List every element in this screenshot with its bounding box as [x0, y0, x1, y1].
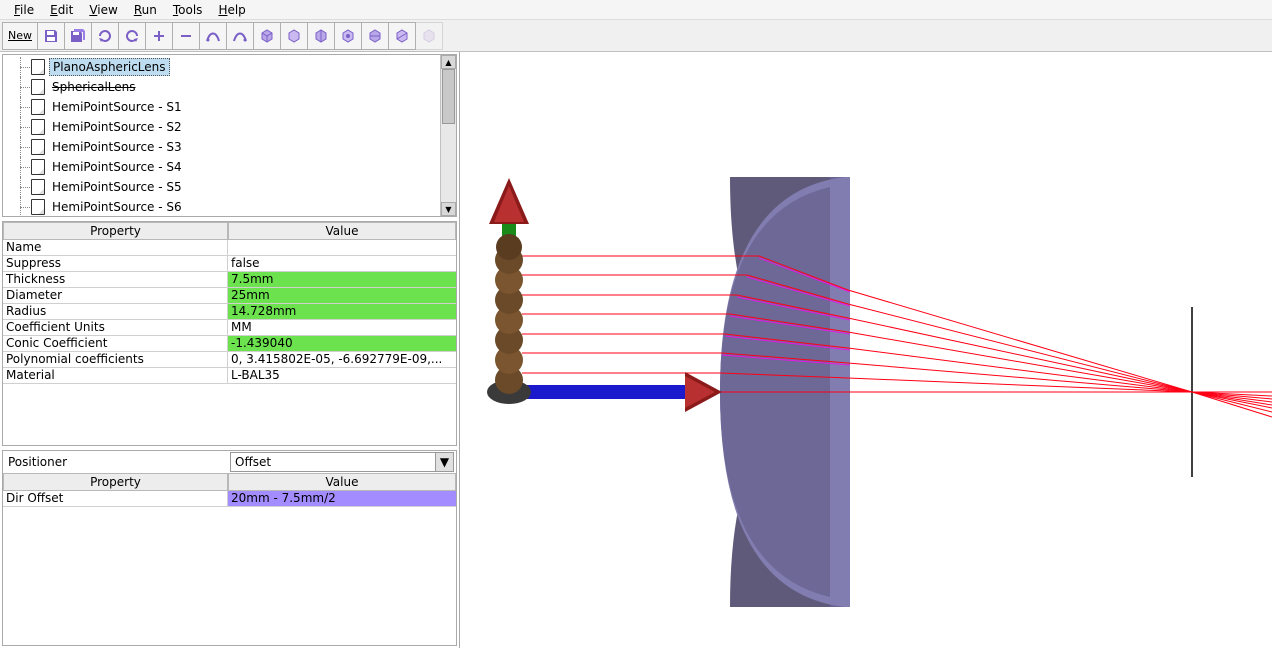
refresh-cw-button[interactable]	[118, 22, 146, 50]
file-icon	[31, 179, 45, 195]
properties-header-value[interactable]: Value	[228, 222, 456, 240]
property-row[interactable]: Radius14.728mm	[3, 304, 456, 320]
property-row[interactable]: Conic Coefficient-1.439040	[3, 336, 456, 352]
property-row[interactable]: Name	[3, 240, 456, 256]
positioner-panel: Positioner Offset ▼ Property Value Dir O…	[2, 450, 457, 646]
tree-item[interactable]: HemiPointSource - S2	[3, 117, 456, 137]
property-name: Radius	[3, 304, 228, 319]
properties-header-property[interactable]: Property	[3, 222, 228, 240]
toolbar: New	[0, 20, 1272, 52]
tree-scrollbar[interactable]: ▲ ▼	[440, 55, 456, 216]
tree-item[interactable]: HemiPointSource - S5	[3, 177, 456, 197]
curve1-button[interactable]	[199, 22, 227, 50]
property-name: Suppress	[3, 256, 228, 271]
positioner-header-property[interactable]: Property	[3, 473, 228, 491]
cube7-button	[415, 22, 443, 50]
property-name: Conic Coefficient	[3, 336, 228, 351]
tree-item-label: PlanoAsphericLens	[49, 58, 170, 76]
3d-viewport[interactable]	[460, 52, 1272, 648]
property-row[interactable]: Thickness7.5mm	[3, 272, 456, 288]
scroll-down-icon[interactable]: ▼	[441, 202, 456, 216]
menu-edit[interactable]: Edit	[42, 1, 81, 19]
menu-bar: File Edit View Run Tools Help	[0, 0, 1272, 20]
tree-item-label: HemiPointSource - S5	[49, 179, 185, 195]
file-icon	[31, 59, 45, 75]
property-value[interactable]	[228, 240, 456, 255]
file-icon	[31, 139, 45, 155]
positioner-prop-name: Dir Offset	[3, 491, 228, 506]
tree-item[interactable]: HemiPointSource - S4	[3, 157, 456, 177]
property-name: Material	[3, 368, 228, 383]
file-icon	[31, 119, 45, 135]
property-value[interactable]: 25mm	[228, 288, 456, 303]
tree-item-label: HemiPointSource - S2	[49, 119, 185, 135]
file-icon	[31, 99, 45, 115]
tree-item-label: HemiPointSource - S3	[49, 139, 185, 155]
tree-item-label: HemiPointSource - S4	[49, 159, 185, 175]
property-name: Thickness	[3, 272, 228, 287]
file-icon	[31, 159, 45, 175]
new-button[interactable]: New	[2, 22, 38, 50]
cube5-button[interactable]	[361, 22, 389, 50]
property-row[interactable]: Diameter25mm	[3, 288, 456, 304]
property-row[interactable]: Suppressfalse	[3, 256, 456, 272]
cube4-button[interactable]	[334, 22, 362, 50]
property-row[interactable]: Coefficient UnitsMM	[3, 320, 456, 336]
refresh-ccw-button[interactable]	[91, 22, 119, 50]
save-button[interactable]	[37, 22, 65, 50]
file-icon	[31, 199, 45, 215]
property-value[interactable]: L-BAL35	[228, 368, 456, 383]
cube1-button[interactable]	[253, 22, 281, 50]
positioner-label: Positioner	[5, 455, 230, 469]
tree-item[interactable]: PlanoAsphericLens	[3, 57, 456, 77]
property-value[interactable]: 7.5mm	[228, 272, 456, 287]
property-row[interactable]: Polynomial coefficients0, 3.415802E-05, …	[3, 352, 456, 368]
tree-item[interactable]: HemiPointSource - S6	[3, 197, 456, 217]
property-name: Polynomial coefficients	[3, 352, 228, 367]
cube6-button[interactable]	[388, 22, 416, 50]
tree-item[interactable]: SphericalLens	[3, 77, 456, 97]
property-name: Name	[3, 240, 228, 255]
chevron-down-icon[interactable]: ▼	[435, 453, 453, 471]
tree-item[interactable]: HemiPointSource - S1	[3, 97, 456, 117]
scroll-up-icon[interactable]: ▲	[441, 55, 456, 69]
property-value[interactable]: 14.728mm	[228, 304, 456, 319]
menu-view[interactable]: View	[81, 1, 125, 19]
property-value[interactable]: -1.439040	[228, 336, 456, 351]
positioner-prop-value[interactable]: 20mm - 7.5mm/2	[228, 491, 456, 506]
scroll-thumb[interactable]	[442, 69, 455, 124]
tree-item-label: HemiPointSource - S1	[49, 99, 185, 115]
plus-button[interactable]	[145, 22, 173, 50]
property-value[interactable]: 0, 3.415802E-05, -6.692779E-09,...	[228, 352, 456, 367]
menu-file[interactable]: File	[6, 1, 42, 19]
menu-help[interactable]: Help	[210, 1, 253, 19]
property-name: Coefficient Units	[3, 320, 228, 335]
menu-run[interactable]: Run	[126, 1, 165, 19]
property-name: Diameter	[3, 288, 228, 303]
property-value[interactable]: false	[228, 256, 456, 271]
left-pane: PlanoAsphericLens SphericalLens HemiPointS…	[0, 52, 460, 648]
properties-panel: Property Value NameSuppressfalseThicknes…	[2, 221, 457, 446]
property-value[interactable]: MM	[228, 320, 456, 335]
cube2-button[interactable]	[280, 22, 308, 50]
positioner-header-value[interactable]: Value	[228, 473, 456, 491]
file-icon	[31, 79, 45, 95]
save-all-button[interactable]	[64, 22, 92, 50]
tree-item-label: HemiPointSource - S6	[49, 199, 185, 215]
property-row[interactable]: MaterialL-BAL35	[3, 368, 456, 384]
curve2-button[interactable]	[226, 22, 254, 50]
positioner-select[interactable]: Offset ▼	[230, 452, 454, 472]
minus-button[interactable]	[172, 22, 200, 50]
positioner-row[interactable]: Dir Offset20mm - 7.5mm/2	[3, 491, 456, 507]
cube3-button[interactable]	[307, 22, 335, 50]
tree-item[interactable]: HemiPointSource - S3	[3, 137, 456, 157]
object-tree[interactable]: PlanoAsphericLens SphericalLens HemiPointS…	[2, 54, 457, 217]
menu-tools[interactable]: Tools	[165, 1, 211, 19]
tree-item-label: SphericalLens	[49, 79, 139, 95]
